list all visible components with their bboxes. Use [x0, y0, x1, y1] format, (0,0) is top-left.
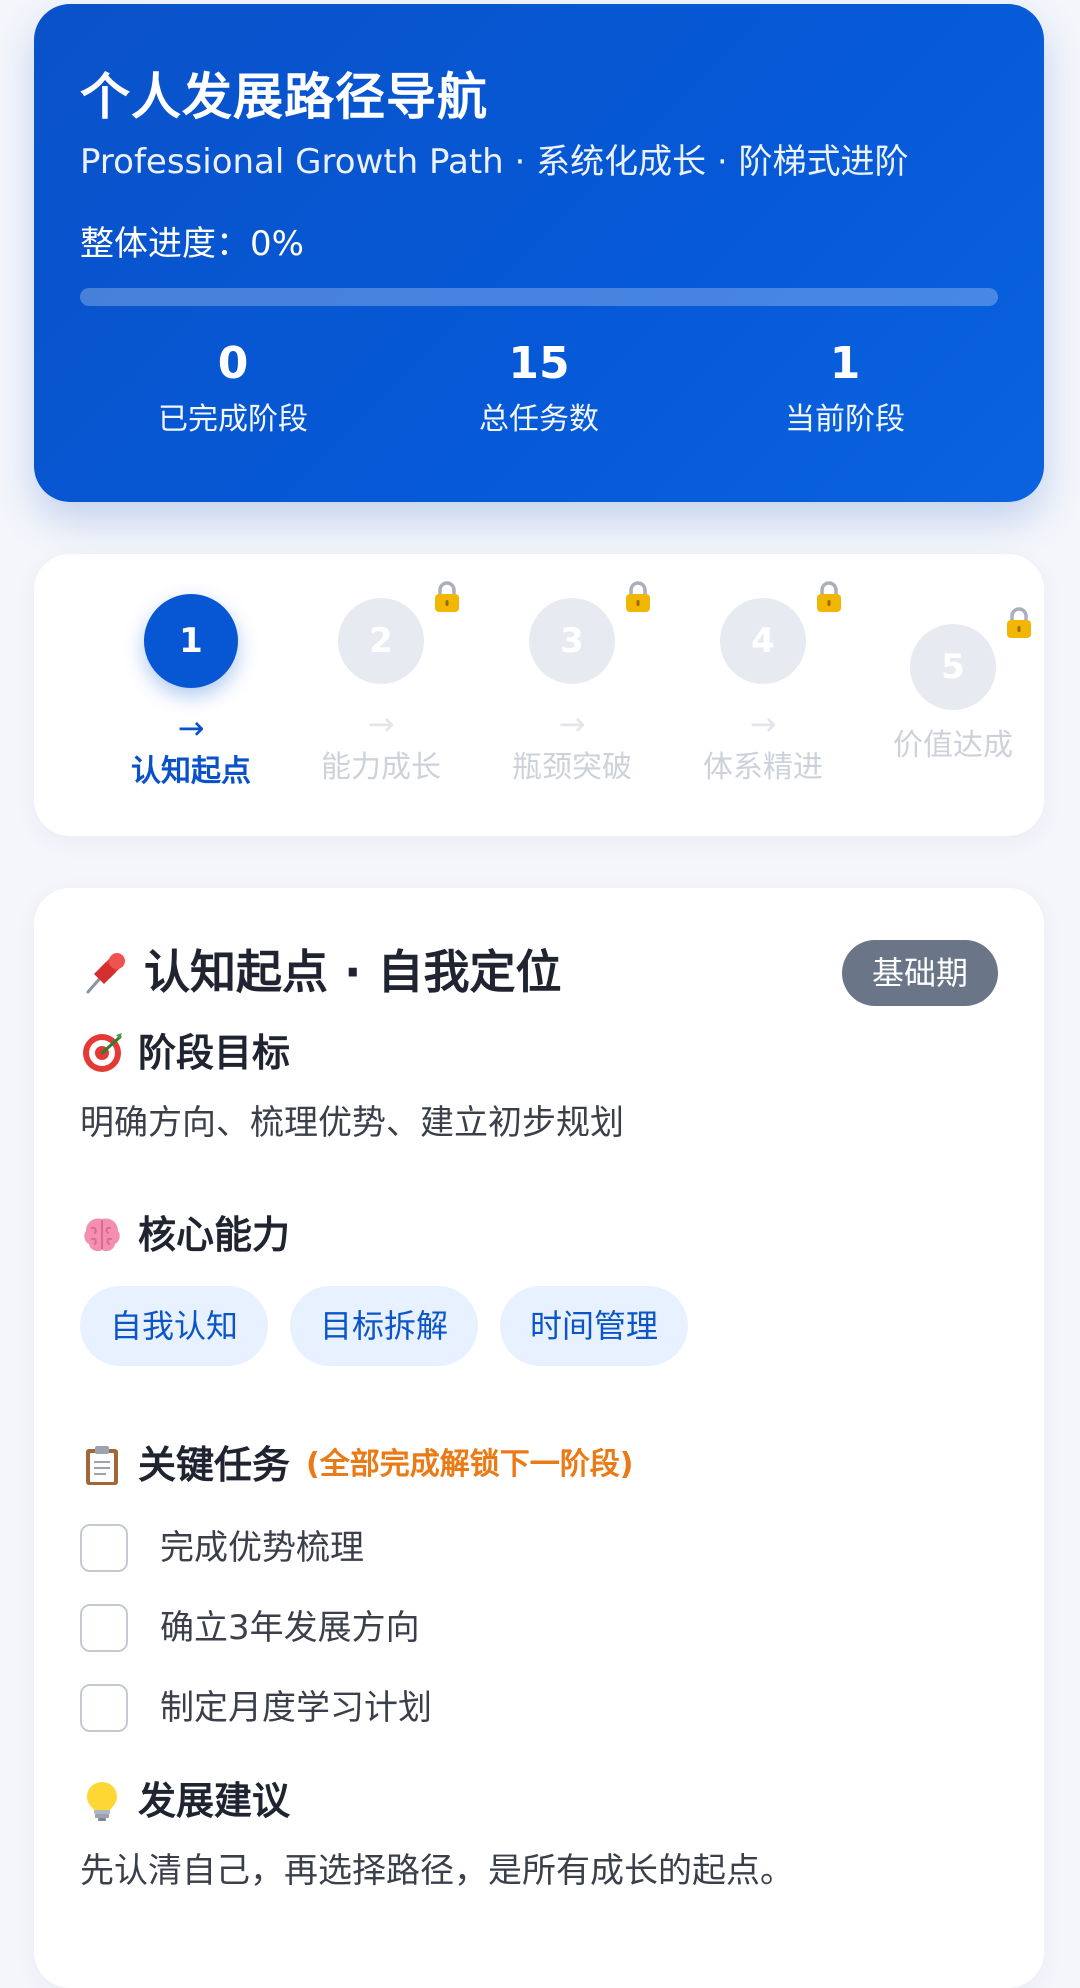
- step-arrow: →: [749, 705, 777, 743]
- step-arrow: →: [558, 705, 586, 743]
- task-label: 完成优势梳理: [160, 1528, 364, 1568]
- step-number: 2: [369, 621, 393, 661]
- lock-icon: [435, 581, 459, 612]
- tasks-section: 关键任务 (全部完成解锁下一阶段) 完成优势梳理 确立3年发展方向 制定月度学习…: [80, 1440, 998, 1748]
- advice-title-text: 发展建议: [138, 1779, 291, 1823]
- step-4[interactable]: 4 → 体系精进: [668, 581, 858, 788]
- pushpin-icon: [86, 953, 125, 994]
- task-label: 制定月度学习计划: [160, 1688, 432, 1728]
- tasks-title-text: 关键任务: [138, 1443, 291, 1487]
- overall-progress-bar: [80, 288, 998, 306]
- ability-chip[interactable]: 目标拆解: [290, 1286, 479, 1366]
- step-1[interactable]: 1 → 认知起点: [96, 594, 286, 792]
- tasks-unlock-note: (全部完成解锁下一阶段): [306, 1447, 634, 1482]
- step-2[interactable]: 2 → 能力成长: [286, 581, 476, 788]
- step-number: 3: [560, 621, 584, 661]
- lock-icon: [626, 581, 650, 612]
- goal-title: 阶段目标: [80, 1028, 998, 1078]
- advice-text: 先认清自己，再选择路径，是所有成长的起点。: [80, 1851, 794, 1891]
- step-number: 5: [941, 647, 965, 687]
- step-label: 瓶颈突破: [512, 750, 632, 785]
- task-checkbox[interactable]: [80, 1524, 128, 1572]
- step-label: 体系精进: [703, 750, 823, 785]
- step-5[interactable]: 5 价值达成: [858, 607, 1048, 766]
- step-circle: 4: [720, 581, 841, 684]
- step-label: 价值达成: [893, 728, 1013, 763]
- stage-title: 认知起点 · 自我定位: [80, 942, 562, 1002]
- task-item[interactable]: 确立3年发展方向: [80, 1588, 998, 1668]
- step-arrow: →: [367, 705, 395, 743]
- page-subtitle: Professional Growth Path · 系统化成长 · 阶梯式进阶: [80, 142, 909, 182]
- ability-chip[interactable]: 自我认知: [80, 1286, 269, 1366]
- brain-icon: [84, 1218, 120, 1252]
- stat-total-tasks: 15 总任务数: [386, 336, 692, 440]
- goal-text: 明确方向、梳理优势、建立初步规划: [80, 1103, 624, 1143]
- ability-chip[interactable]: 时间管理: [500, 1286, 689, 1366]
- stat-label: 总任务数: [479, 402, 599, 437]
- stat-value: 0: [217, 338, 249, 389]
- page-title: 个人发展路径导航: [80, 68, 488, 126]
- task-item[interactable]: 制定月度学习计划: [80, 1668, 998, 1748]
- stage-title-text: 认知起点 · 自我定位: [144, 945, 562, 999]
- stat-value: 15: [508, 338, 570, 389]
- tasks-title: 关键任务 (全部完成解锁下一阶段): [80, 1440, 998, 1490]
- step-circle: 5: [910, 607, 1031, 710]
- task-checkbox[interactable]: [80, 1604, 128, 1652]
- lightbulb-icon: [87, 1782, 117, 1821]
- lock-icon: [817, 581, 841, 612]
- lock-icon: [1007, 607, 1031, 638]
- stat-current-stage: 1 当前阶段: [692, 336, 998, 440]
- task-label: 确立3年发展方向: [160, 1608, 420, 1648]
- stat-completed-stages: 0 已完成阶段: [80, 336, 386, 440]
- advice-title: 发展建议: [80, 1776, 998, 1826]
- progress-header-card: 个人发展路径导航 Professional Growth Path · 系统化成…: [34, 4, 1044, 502]
- clipboard-icon: [86, 1446, 118, 1485]
- step-label: 能力成长: [321, 750, 441, 785]
- task-checkbox[interactable]: [80, 1684, 128, 1732]
- step-number: 4: [751, 621, 775, 661]
- step-arrow: →: [177, 709, 205, 747]
- stat-label: 已完成阶段: [158, 402, 308, 437]
- stat-label: 当前阶段: [785, 402, 905, 437]
- task-list: 完成优势梳理 确立3年发展方向 制定月度学习计划: [80, 1508, 998, 1748]
- step-3[interactable]: 3 → 瓶颈突破: [477, 581, 667, 788]
- task-item[interactable]: 完成优势梳理: [80, 1508, 998, 1588]
- overall-progress-label: 整体进度：0%: [80, 224, 304, 264]
- ability-title-text: 核心能力: [138, 1213, 291, 1257]
- ability-title: 核心能力: [80, 1210, 998, 1260]
- ability-chips: 自我认知 目标拆解 时间管理: [80, 1286, 998, 1366]
- goal-section: 阶段目标 明确方向、梳理优势、建立初步规划: [80, 1028, 998, 1146]
- goal-title-text: 阶段目标: [138, 1031, 291, 1075]
- step-number: 1: [144, 594, 238, 688]
- step-circle: 2: [338, 581, 459, 684]
- advice-section: 发展建议 先认清自己，再选择路径，是所有成长的起点。: [80, 1776, 998, 1894]
- step-label: 认知起点: [131, 754, 251, 789]
- step-circle: 3: [529, 581, 650, 684]
- target-icon: [83, 1033, 122, 1072]
- stage-stepper: 1 → 认知起点 2 → 能力成长 3 → 瓶颈突破 4 → 体系精进 5 价值…: [34, 554, 1044, 836]
- stage-detail-card: 认知起点 · 自我定位 基础期 阶段目标 明确方向、梳理优势、建立初步规划 核心…: [34, 888, 1044, 1988]
- stats-row: 0 已完成阶段 15 总任务数 1 当前阶段: [80, 336, 998, 440]
- ability-section: 核心能力 自我认知 目标拆解 时间管理: [80, 1210, 998, 1366]
- stat-value: 1: [829, 338, 861, 389]
- stage-badge: 基础期: [841, 940, 998, 1006]
